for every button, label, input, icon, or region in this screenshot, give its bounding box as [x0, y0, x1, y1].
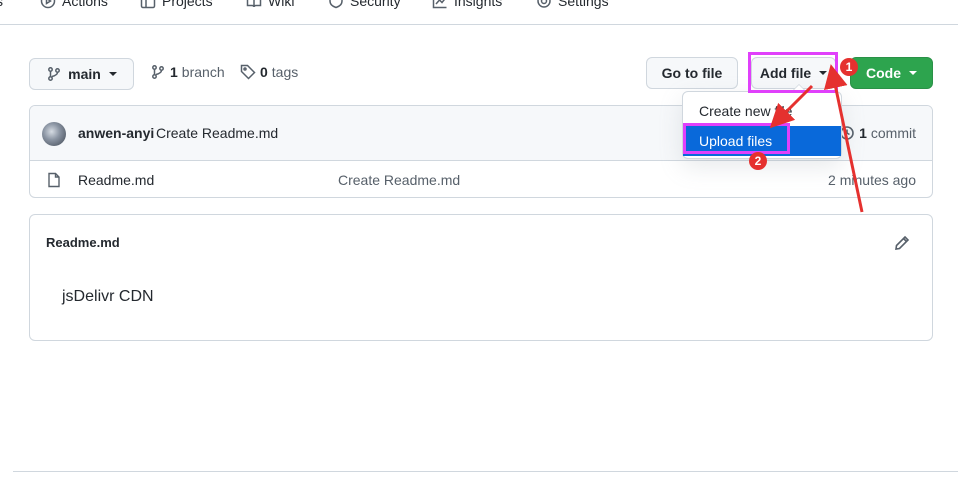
repo-nav: s Actions Projects Wiki Security Insight… — [0, 0, 958, 25]
play-circle-icon — [40, 0, 56, 9]
repo-page: s Actions Projects Wiki Security Insight… — [0, 0, 958, 478]
step-badge-1: 1 — [840, 58, 858, 76]
footer-divider — [13, 471, 958, 472]
git-branch-icon — [48, 67, 61, 81]
readme-title-link[interactable]: Readme.md — [46, 235, 120, 250]
table-icon — [140, 0, 156, 9]
commits-link[interactable]: 1 commit — [839, 125, 916, 141]
commit-count: 1 — [859, 125, 867, 141]
nav-item-label: Actions — [62, 0, 108, 9]
graph-icon — [432, 0, 447, 9]
highlight-box-add-file — [748, 52, 838, 93]
go-to-file-button[interactable]: Go to file — [646, 57, 738, 89]
commit-message-link[interactable]: Create Readme.md — [156, 125, 278, 141]
menu-item-label: Create new file — [699, 103, 793, 119]
file-icon — [46, 172, 62, 188]
branches-link[interactable]: 1 branch — [150, 62, 225, 82]
code-button[interactable]: Code — [850, 57, 933, 89]
branches-count: 1 — [170, 64, 178, 80]
file-name-link[interactable]: Readme.md — [78, 172, 154, 188]
go-to-file-label: Go to file — [661, 65, 723, 81]
tag-icon — [240, 64, 256, 80]
readme-box: Readme.md jsDelivr CDN — [29, 214, 933, 341]
tags-link[interactable]: 0 tags — [240, 62, 298, 82]
nav-item-code[interactable]: s — [0, 0, 3, 11]
step-badge-number: 1 — [845, 60, 853, 74]
avatar[interactable] — [42, 122, 66, 146]
chevron-down-icon — [108, 72, 117, 76]
commit-author-link[interactable]: anwen-anyi — [78, 125, 154, 141]
nav-item-security[interactable]: Security — [328, 0, 401, 11]
nav-item-label: Wiki — [268, 0, 295, 9]
readme-content: jsDelivr CDN — [62, 288, 154, 305]
nav-item-label: Security — [350, 0, 401, 9]
nav-item-label: Settings — [558, 0, 609, 9]
nav-item-label: s — [0, 0, 3, 9]
chevron-down-icon — [909, 71, 917, 75]
nav-item-label: Projects — [162, 0, 213, 9]
step-badge-number: 2 — [754, 154, 762, 168]
tags-label: tags — [271, 64, 299, 80]
menu-item-create-new-file[interactable]: Create new file — [683, 96, 841, 126]
file-commit-message-link[interactable]: Create Readme.md — [338, 172, 460, 188]
branch-select-button[interactable]: main — [29, 58, 134, 90]
commit-count-label: commit — [870, 125, 916, 141]
book-icon — [246, 0, 262, 8]
file-commit-age: 2 minutes ago — [828, 172, 916, 188]
nav-item-insights[interactable]: Insights — [432, 0, 502, 11]
nav-item-wiki[interactable]: Wiki — [246, 0, 294, 11]
nav-item-settings[interactable]: Settings — [536, 0, 609, 11]
branch-name: main — [68, 66, 101, 82]
highlight-box-upload-files — [683, 123, 790, 154]
git-branch-icon — [152, 65, 164, 79]
table-row: Readme.md Create Readme.md 2 minutes ago — [30, 162, 932, 197]
pencil-icon[interactable] — [894, 235, 910, 251]
step-badge-2: 2 — [749, 152, 767, 170]
shield-icon — [329, 0, 343, 9]
code-label: Code — [866, 65, 901, 81]
nav-item-projects[interactable]: Projects — [140, 0, 213, 11]
gear-icon — [537, 0, 551, 8]
nav-item-label: Insights — [454, 0, 503, 9]
tags-count: 0 — [260, 64, 268, 80]
nav-item-actions[interactable]: Actions — [40, 0, 108, 11]
branches-label: branch — [181, 64, 225, 80]
